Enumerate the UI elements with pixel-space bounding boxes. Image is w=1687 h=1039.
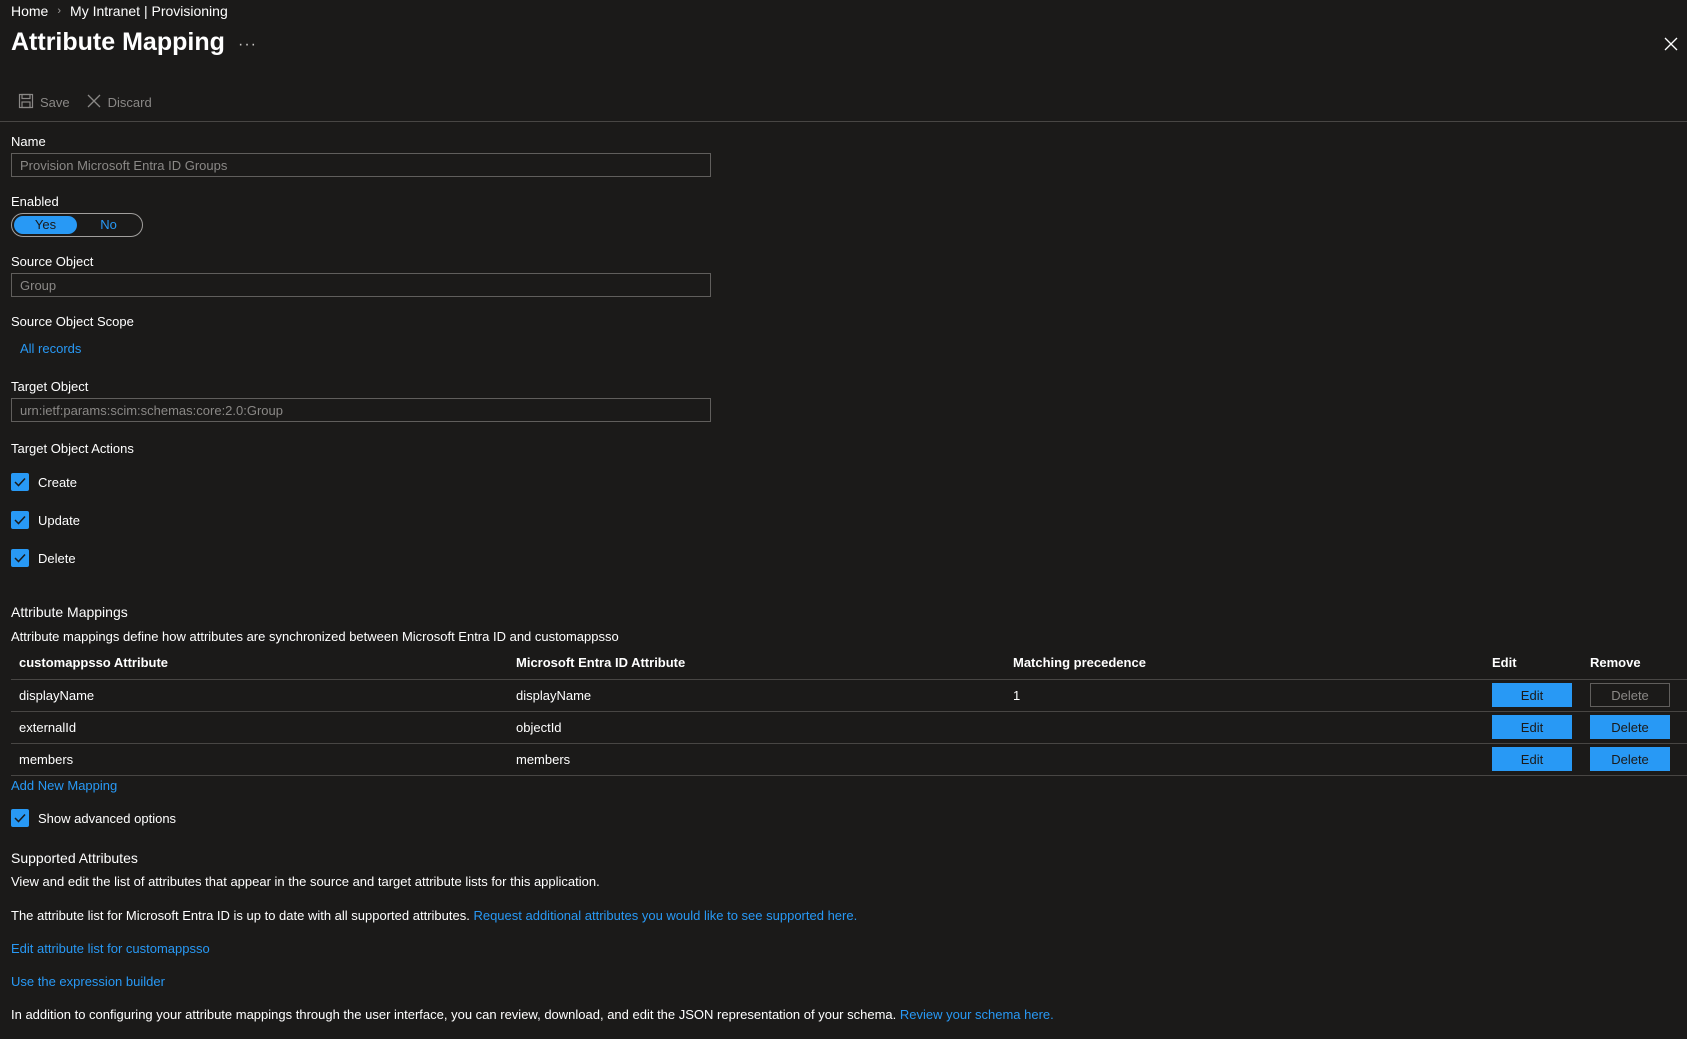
target-attribute-cell: members [11, 743, 508, 776]
action-create-row: Create [11, 473, 77, 491]
column-header: Microsoft Entra ID Attribute [508, 646, 1005, 680]
column-header: Edit [1484, 646, 1582, 680]
precedence-cell [1005, 743, 1484, 776]
table-row: externalId objectId Edit Delete [11, 711, 1687, 744]
edit-cell: Edit [1484, 743, 1582, 776]
source-attribute-cell: members [508, 743, 1005, 776]
delete-button[interactable]: Delete [1590, 715, 1670, 739]
column-header: Remove [1582, 646, 1687, 680]
action-delete-row: Delete [11, 549, 76, 567]
precedence-cell: 1 [1005, 679, 1484, 712]
table-header-row: customappsso Attribute Microsoft Entra I… [11, 646, 1687, 680]
schema-text: In addition to configuring your attribut… [11, 1007, 897, 1022]
uptodate-text: The attribute list for Microsoft Entra I… [11, 908, 470, 923]
edit-attribute-list-link[interactable]: Edit attribute list for customappsso [11, 941, 210, 956]
precedence-cell [1005, 711, 1484, 744]
show-advanced-row: Show advanced options [11, 809, 176, 827]
target-object-label: Target Object [11, 379, 89, 394]
checkmark-icon [14, 515, 26, 525]
update-label: Update [38, 512, 80, 528]
save-button[interactable]: Save [18, 93, 70, 112]
remove-cell: Delete [1582, 679, 1687, 712]
uptodate-line: The attribute list for Microsoft Entra I… [11, 908, 857, 923]
source-scope-label: Source Object Scope [11, 314, 134, 329]
target-object-field[interactable] [11, 398, 711, 422]
remove-cell: Delete [1582, 711, 1687, 744]
toolbar-divider [0, 121, 1687, 122]
close-icon[interactable] [1663, 36, 1679, 52]
breadcrumb-home-link[interactable]: Home [11, 3, 48, 19]
command-bar: Save Discard [18, 93, 168, 112]
column-header: customappsso Attribute [11, 646, 508, 680]
delete-checkbox[interactable] [11, 549, 29, 567]
source-attribute-cell: objectId [508, 711, 1005, 744]
request-attributes-link[interactable]: Request additional attributes you would … [473, 908, 857, 923]
expression-builder-link[interactable]: Use the expression builder [11, 974, 165, 989]
target-actions-label: Target Object Actions [11, 441, 134, 456]
all-records-link[interactable]: All records [20, 341, 81, 356]
create-label: Create [38, 474, 78, 490]
edit-cell: Edit [1484, 679, 1582, 712]
action-update-row: Update [11, 511, 80, 529]
enabled-no-option[interactable]: No [77, 216, 140, 234]
table-row: members members Edit Delete [11, 743, 1687, 776]
attribute-mappings-description: Attribute mappings define how attributes… [11, 629, 619, 644]
checkmark-icon [14, 813, 26, 823]
schema-line: In addition to configuring your attribut… [11, 1007, 1054, 1022]
edit-button[interactable]: Edit [1492, 683, 1572, 707]
breadcrumb-separator: › [57, 5, 62, 17]
column-header: Matching precedence [1005, 646, 1484, 680]
discard-icon [86, 93, 102, 112]
edit-button[interactable]: Edit [1492, 747, 1572, 771]
delete-button[interactable]: Delete [1590, 747, 1670, 771]
more-options-icon[interactable]: ··· [238, 36, 257, 54]
delete-label: Delete [38, 550, 76, 566]
enabled-yes-option[interactable]: Yes [14, 216, 77, 234]
save-label: Save [40, 95, 70, 110]
name-field[interactable] [11, 153, 711, 177]
target-attribute-cell: externalId [11, 711, 508, 744]
breadcrumb-provisioning-link[interactable]: My Intranet | Provisioning [70, 3, 228, 19]
delete-button-disabled: Delete [1590, 683, 1670, 707]
attribute-mappings-table: customappsso Attribute Microsoft Entra I… [11, 646, 1687, 776]
checkmark-icon [14, 477, 26, 487]
enabled-toggle: Yes No [11, 213, 143, 237]
supported-attributes-description: View and edit the list of attributes tha… [11, 874, 600, 889]
checkmark-icon [14, 553, 26, 563]
source-object-field[interactable] [11, 273, 711, 297]
update-checkbox[interactable] [11, 511, 29, 529]
breadcrumb: Home › My Intranet | Provisioning [11, 3, 228, 19]
table-row: displayName displayName 1 Edit Delete [11, 679, 1687, 712]
show-advanced-label: Show advanced options [38, 810, 177, 826]
source-object-label: Source Object [11, 254, 94, 269]
remove-cell: Delete [1582, 743, 1687, 776]
name-label: Name [11, 134, 46, 149]
show-advanced-checkbox[interactable] [11, 809, 29, 827]
edit-cell: Edit [1484, 711, 1582, 744]
create-checkbox[interactable] [11, 473, 29, 491]
discard-button[interactable]: Discard [86, 93, 152, 112]
supported-attributes-title: Supported Attributes [11, 850, 138, 866]
enabled-label: Enabled [11, 194, 59, 209]
source-attribute-cell: displayName [508, 679, 1005, 712]
edit-button[interactable]: Edit [1492, 715, 1572, 739]
page-title: Attribute Mapping [11, 28, 225, 56]
review-schema-link[interactable]: Review your schema here. [900, 1007, 1054, 1022]
target-attribute-cell: displayName [11, 679, 508, 712]
discard-label: Discard [107, 95, 152, 110]
attribute-mappings-title: Attribute Mappings [11, 604, 128, 620]
save-icon [18, 93, 34, 112]
add-new-mapping-link[interactable]: Add New Mapping [11, 778, 117, 793]
